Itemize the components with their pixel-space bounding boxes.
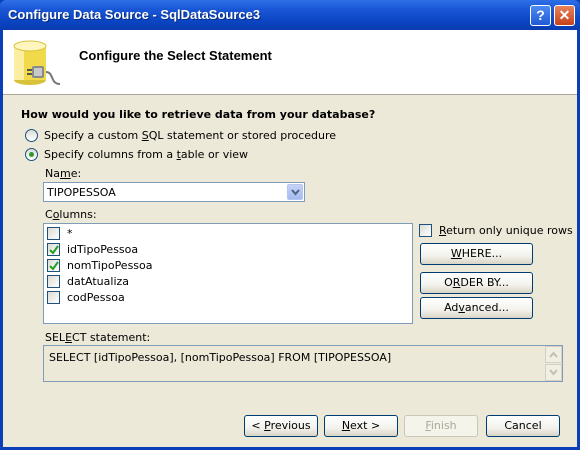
checkmark-icon <box>49 260 59 271</box>
columns-list[interactable]: * idTipoPessoa nomTipoPessoa datAtualiza… <box>43 223 413 324</box>
help-button[interactable]: ? <box>530 5 551 26</box>
column-checkbox[interactable] <box>47 226 60 240</box>
advanced-button[interactable]: Advanced... <box>420 297 533 319</box>
radio-table-columns-label: Specify columns from a table or view <box>44 147 249 161</box>
column-label: datAtualiza <box>67 274 130 288</box>
radio-custom-sql-indicator[interactable] <box>25 128 38 142</box>
chevron-up-icon <box>549 351 558 358</box>
wizard-step-title: Configure the Select Statement <box>79 48 272 63</box>
where-button[interactable]: WHERE... <box>420 243 533 265</box>
checkmark-icon <box>49 244 59 255</box>
unique-rows-checkbox-row[interactable]: Return only unique rows <box>419 224 573 237</box>
wizard-header: Configure the Select Statement <box>3 30 577 95</box>
dialog-window: Configure Data Source - SqlDataSource3 ?… <box>0 0 580 450</box>
title-bar[interactable]: Configure Data Source - SqlDataSource3 ?… <box>0 0 580 30</box>
column-checkbox[interactable] <box>47 274 60 288</box>
column-item[interactable]: idTipoPessoa <box>47 241 138 257</box>
scroll-up-button[interactable] <box>545 346 562 363</box>
window-title: Configure Data Source - SqlDataSource3 <box>8 7 261 22</box>
unique-rows-checkbox[interactable] <box>419 224 432 237</box>
name-label: Name: <box>45 167 82 180</box>
chevron-down-icon <box>549 369 558 376</box>
vertical-scrollbar[interactable] <box>545 346 562 381</box>
chevron-down-icon <box>291 189 300 196</box>
column-item[interactable]: codPessoa <box>47 289 125 305</box>
table-name-value: TIPOPESSOA <box>47 186 116 199</box>
select-statement-textbox[interactable]: SELECT [idTipoPessoa], [nomTipoPessoa] F… <box>43 345 563 382</box>
radio-custom-sql-label: Specify a custom SQL statement or stored… <box>44 128 337 142</box>
select-statement-label: SELECT statement: <box>45 331 151 344</box>
column-item[interactable]: * <box>47 225 73 241</box>
column-item[interactable]: datAtualiza <box>47 273 129 289</box>
finish-button[interactable]: Finish <box>404 415 478 437</box>
cancel-button[interactable]: Cancel <box>486 415 560 437</box>
next-button[interactable]: Next > <box>324 415 398 437</box>
column-label: idTipoPessoa <box>67 242 139 256</box>
radio-table-columns[interactable]: Specify columns from a table or view <box>25 146 248 162</box>
columns-label: Columns: <box>45 208 97 221</box>
column-label: * <box>67 226 73 240</box>
column-checkbox[interactable] <box>47 242 60 256</box>
select-statement-text: SELECT [idTipoPessoa], [nomTipoPessoa] F… <box>49 351 392 364</box>
radio-custom-sql[interactable]: Specify a custom SQL statement or stored… <box>25 127 336 143</box>
scroll-down-button[interactable] <box>545 364 562 381</box>
dialog-client-area: Configure the Select Statement How would… <box>3 30 577 447</box>
database-plug-icon <box>13 40 61 85</box>
retrieve-question: How would you like to retrieve data from… <box>21 108 376 121</box>
column-label: nomTipoPessoa <box>67 258 153 272</box>
close-button[interactable]: ✕ <box>554 5 575 26</box>
unique-rows-label: Return only unique rows <box>439 224 573 237</box>
previous-button[interactable]: < Previous <box>244 415 318 437</box>
column-label: codPessoa <box>67 290 125 304</box>
order-by-button[interactable]: ORDER BY... <box>420 272 533 294</box>
column-checkbox[interactable] <box>47 290 60 304</box>
dropdown-arrow-button[interactable] <box>287 184 303 200</box>
column-item[interactable]: nomTipoPessoa <box>47 257 153 273</box>
table-name-dropdown[interactable]: TIPOPESSOA <box>43 182 305 202</box>
radio-table-columns-indicator[interactable] <box>25 147 38 161</box>
column-checkbox[interactable] <box>47 258 60 272</box>
